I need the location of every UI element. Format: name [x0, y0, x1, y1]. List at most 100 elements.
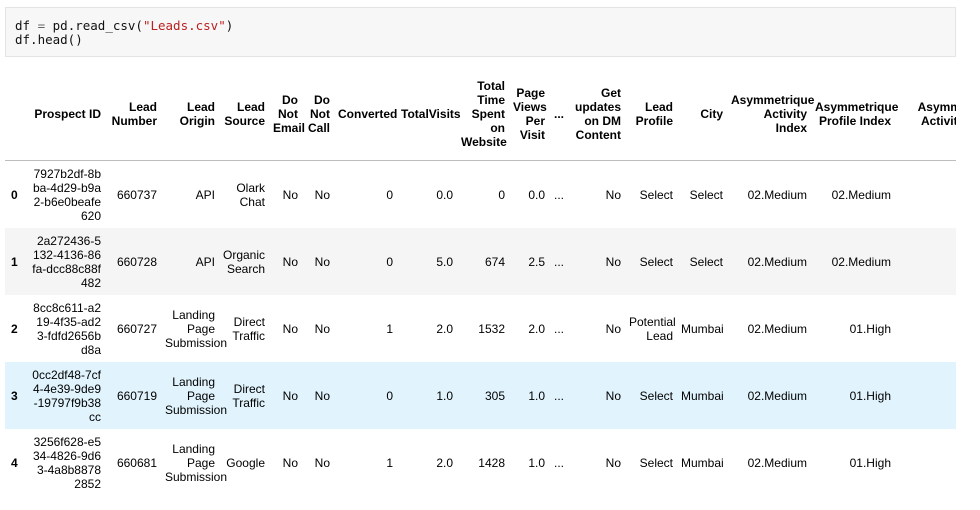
table-cell: Select — [689, 254, 723, 269]
table-cell: Potential Lead — [629, 314, 676, 343]
table-cell: 0.0 — [436, 187, 453, 202]
table-cell: 01.High — [849, 455, 891, 470]
code-cell[interactable]: df = pd.read_csv("Leads.csv") df.head() — [5, 7, 956, 57]
table-cell: 0 — [498, 187, 505, 202]
table-cell: No — [314, 254, 330, 269]
table-cell: No — [282, 455, 298, 470]
table-cell: No — [282, 388, 298, 403]
table-cell: Mumbai — [681, 388, 724, 403]
table-cell: 1428 — [478, 455, 505, 470]
dataframe-output: Prospect ID Lead Number Lead Origin Lead So… — [5, 68, 956, 510]
table-cell: 02.Medium — [747, 321, 807, 336]
column-header: Asymmetrique Profile Index — [811, 68, 898, 161]
table-cell: Landing Page Submission — [165, 307, 228, 350]
table-cell: 01.High — [849, 388, 891, 403]
table-cell: 1.0 — [528, 455, 545, 470]
table-cell: Direct Traffic — [232, 381, 265, 410]
table-cell: Select — [689, 187, 723, 202]
table-cell: 2.5 — [528, 254, 545, 269]
table-cell: 660727 — [116, 321, 157, 336]
column-header: Asymmetrique Activity Index — [727, 68, 814, 161]
table-cell: ... — [553, 254, 564, 269]
column-header: Lead Source — [219, 68, 269, 161]
table-cell: ... — [553, 187, 564, 202]
table-row[interactable]: 0 7927b2df-8bba-4d29-b9a2-b6e0beafe620 660… — [5, 161, 956, 229]
table-cell: No — [282, 321, 298, 336]
table-cell: Select — [639, 254, 673, 269]
row-index: 1 — [11, 254, 18, 269]
table-cell: 1 — [386, 321, 393, 336]
column-header: Converted — [334, 68, 397, 161]
table-cell: 1532 — [478, 321, 505, 336]
table-cell: Select — [639, 388, 673, 403]
column-header: Page Views Per Visit — [509, 68, 549, 161]
table-cell: 660737 — [116, 187, 157, 202]
table-cell: No — [282, 254, 298, 269]
table-cell: 14.0 — [895, 295, 956, 362]
table-cell: 2a272436-5132-4136-86fa-dcc88c88f482 — [32, 233, 101, 290]
code-line-2: df.head() — [15, 32, 83, 47]
table-cell: 15.0 — [895, 161, 956, 229]
table-cell: API — [195, 187, 215, 202]
table-cell: 0.0 — [528, 187, 545, 202]
table-cell: 8cc8c611-a219-4f35-ad23-fdfd2656bd8a — [33, 300, 101, 357]
table-cell: No — [282, 187, 298, 202]
column-header: Lead Profile — [625, 68, 677, 161]
table-cell: No — [605, 321, 621, 336]
table-cell: 0 — [386, 254, 393, 269]
table-cell: 2.0 — [528, 321, 545, 336]
column-header: City — [677, 68, 727, 161]
table-cell: 0cc2df48-7cf4-4e39-9de9-19797f9b38cc — [32, 367, 101, 424]
table-cell: 1 — [386, 455, 393, 470]
table-cell: ... — [553, 388, 564, 403]
table-cell: No — [605, 187, 621, 202]
row-index: 3 — [11, 388, 18, 403]
table-cell: 15.0 — [895, 429, 956, 496]
table-cell: Landing Page Submission — [165, 374, 228, 417]
table-cell: 01.High — [849, 321, 891, 336]
table-cell: 5.0 — [436, 254, 453, 269]
table-cell: ... — [553, 321, 564, 336]
table-cell: 2.0 — [436, 321, 453, 336]
table-cell: API — [195, 254, 215, 269]
header-row: Prospect ID Lead Number Lead Origin Lead So… — [5, 68, 956, 161]
code-line-1: df = pd.read_csv("Leads.csv") — [15, 18, 234, 33]
table-cell: Mumbai — [681, 455, 724, 470]
table-cell: No — [605, 455, 621, 470]
table-cell: 7927b2df-8bba-4d29-b9a2-b6e0beafe620 — [32, 166, 101, 223]
table-cell: No — [314, 321, 330, 336]
table-cell: Select — [639, 455, 673, 470]
table-cell: 3256f628-e534-4826-9d63-4a8b88782852 — [32, 434, 101, 491]
table-cell: 15.0 — [895, 228, 956, 295]
table-cell: Direct Traffic — [232, 314, 265, 343]
column-header: Asymmetrique Activity Score — [895, 68, 956, 161]
table-cell: 0 — [386, 388, 393, 403]
table-cell: 02.Medium — [747, 388, 807, 403]
row-index: 2 — [11, 321, 18, 336]
table-cell: 13.0 — [895, 362, 956, 429]
column-header: Lead Number — [105, 68, 161, 161]
table-row[interactable]: 3 0cc2df48-7cf4-4e39-9de9-19797f9b38cc 660… — [5, 362, 956, 429]
table-cell: 02.Medium — [831, 254, 891, 269]
table-cell: No — [605, 388, 621, 403]
table-cell: No — [314, 455, 330, 470]
table-cell: ... — [553, 455, 564, 470]
table-cell: 305 — [484, 388, 505, 403]
table-cell: 660719 — [116, 388, 157, 403]
table-cell: No — [314, 187, 330, 202]
table-cell: 02.Medium — [747, 254, 807, 269]
row-index: 0 — [11, 187, 18, 202]
table-row[interactable]: 4 3256f628-e534-4826-9d63-4a8b88782852 660… — [5, 429, 956, 496]
table-row[interactable]: 1 2a272436-5132-4136-86fa-dcc88c88f482 660… — [5, 228, 956, 295]
row-index: 4 — [11, 455, 18, 470]
table-cell: Mumbai — [681, 321, 724, 336]
table-cell: 674 — [484, 254, 505, 269]
table-cell: Organic Search — [223, 247, 266, 276]
table-cell: Olark Chat — [236, 180, 265, 209]
table-cell: No — [605, 254, 621, 269]
table-row[interactable]: 2 8cc8c611-a219-4f35-ad23-fdfd2656bd8a 660… — [5, 295, 956, 362]
table-cell: 1.0 — [528, 388, 545, 403]
table-cell: Landing Page Submission — [165, 441, 228, 484]
column-header: Do Not Call — [302, 68, 334, 161]
column-header: Total Time Spent on Website — [457, 68, 509, 161]
